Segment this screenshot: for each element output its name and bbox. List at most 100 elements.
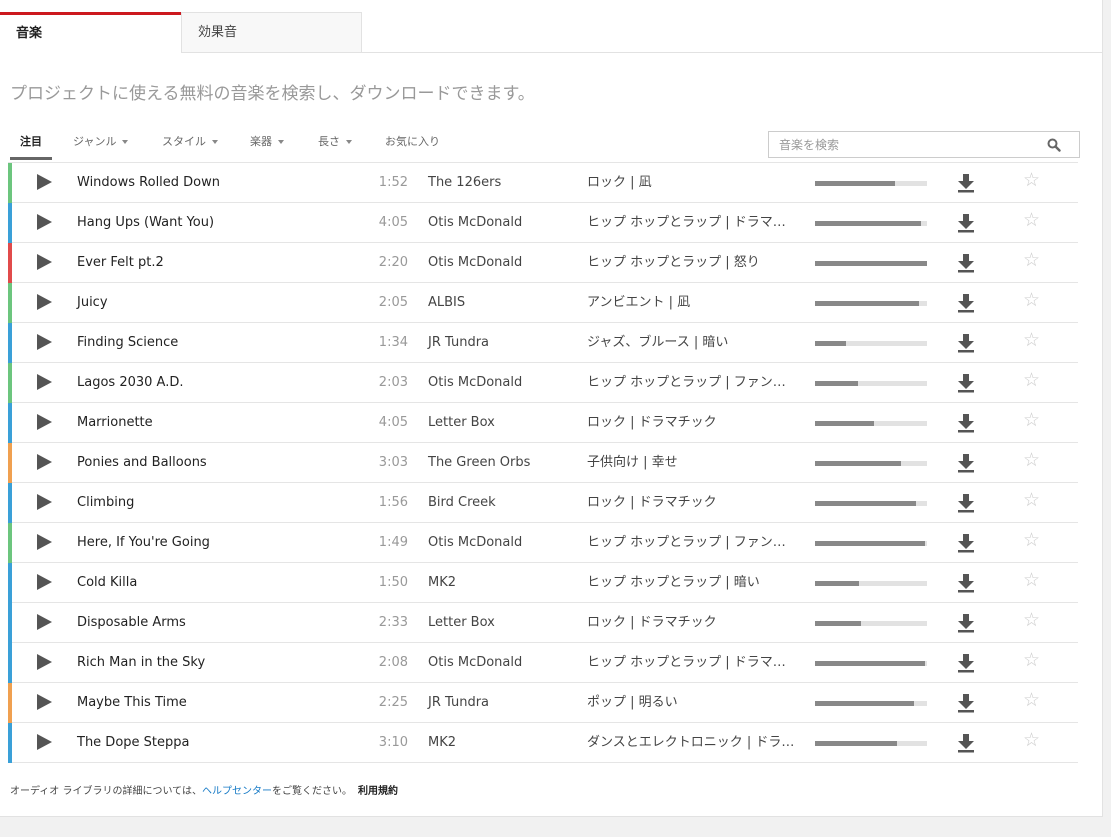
favorite-star-icon[interactable]: ☆ [1023, 290, 1040, 310]
track-artist[interactable]: JR Tundra [428, 323, 489, 362]
play-icon[interactable] [37, 654, 52, 670]
play-icon[interactable] [37, 694, 52, 710]
track-row[interactable]: Cold Killa 1:50 MK2 ヒップ ホップとラップ | 暗い ☆ [8, 563, 1078, 603]
favorite-star-icon[interactable]: ☆ [1023, 610, 1040, 630]
track-row[interactable]: Finding Science 1:34 JR Tundra ジャズ、ブルース | 暗… [8, 323, 1078, 363]
favorite-star-icon[interactable]: ☆ [1023, 210, 1040, 230]
track-row[interactable]: Rich Man in the Sky 2:08 Otis McDonald ヒップ … [8, 643, 1078, 683]
download-icon[interactable] [957, 573, 975, 593]
favorite-star-icon[interactable]: ☆ [1023, 490, 1040, 510]
track-title[interactable]: Finding Science [77, 323, 178, 362]
filter-featured[interactable]: 注目 [10, 130, 52, 160]
favorite-star-icon[interactable]: ☆ [1023, 330, 1040, 350]
favorite-star-icon[interactable]: ☆ [1023, 450, 1040, 470]
help-center-link[interactable]: ヘルプセンター [202, 786, 272, 797]
favorite-star-icon[interactable]: ☆ [1023, 570, 1040, 590]
favorite-star-icon[interactable]: ☆ [1023, 530, 1040, 550]
track-title[interactable]: Here, If You're Going [77, 523, 210, 562]
track-title[interactable]: Windows Rolled Down [77, 163, 220, 202]
play-icon[interactable] [37, 294, 52, 310]
play-icon[interactable] [37, 374, 52, 390]
track-title[interactable]: Hang Ups (Want You) [77, 203, 214, 242]
play-icon[interactable] [37, 734, 52, 750]
play-icon[interactable] [37, 574, 52, 590]
download-icon[interactable] [957, 293, 975, 313]
track-artist[interactable]: The 126ers [428, 163, 501, 202]
download-icon[interactable] [957, 533, 975, 553]
download-icon[interactable] [957, 733, 975, 753]
download-icon[interactable] [957, 213, 975, 233]
track-artist[interactable]: JR Tundra [428, 683, 489, 722]
track-title[interactable]: Climbing [77, 483, 134, 522]
favorite-star-icon[interactable]: ☆ [1023, 170, 1040, 190]
track-title[interactable]: Disposable Arms [77, 603, 186, 642]
track-artist[interactable]: ALBIS [428, 283, 465, 322]
play-icon[interactable] [37, 334, 52, 350]
download-icon[interactable] [957, 493, 975, 513]
track-title[interactable]: Rich Man in the Sky [77, 643, 205, 682]
track-row[interactable]: The Dope Steppa 3:10 MK2 ダンスとエレクトロニック | ドラマ… [8, 723, 1078, 763]
download-icon[interactable] [957, 413, 975, 433]
track-artist[interactable]: The Green Orbs [428, 443, 530, 482]
track-row[interactable]: Ever Felt pt.2 2:20 Otis McDonald ヒップ ホップとラ… [8, 243, 1078, 283]
track-title[interactable]: Cold Killa [77, 563, 137, 602]
play-icon[interactable] [37, 414, 52, 430]
play-icon[interactable] [37, 494, 52, 510]
track-artist[interactable]: Otis McDonald [428, 243, 522, 282]
search-icon[interactable] [1047, 138, 1061, 152]
track-title[interactable]: Ponies and Balloons [77, 443, 207, 482]
track-row[interactable]: Here, If You're Going 1:49 Otis McDonald ヒッ… [8, 523, 1078, 563]
filter-favorites[interactable]: お気に入り [375, 130, 450, 160]
filter-genre[interactable]: ジャンル [63, 130, 138, 160]
track-artist[interactable]: MK2 [428, 723, 456, 762]
track-artist[interactable]: Letter Box [428, 603, 495, 642]
filter-style[interactable]: スタイル [152, 130, 228, 160]
track-artist[interactable]: Otis McDonald [428, 203, 522, 242]
track-row[interactable]: Ponies and Balloons 3:03 The Green Orbs 子供向… [8, 443, 1078, 483]
download-icon[interactable] [957, 613, 975, 633]
favorite-star-icon[interactable]: ☆ [1023, 410, 1040, 430]
play-icon[interactable] [37, 614, 52, 630]
track-title[interactable]: Juicy [77, 283, 108, 322]
download-icon[interactable] [957, 173, 975, 193]
track-artist[interactable]: Otis McDonald [428, 523, 522, 562]
play-icon[interactable] [37, 454, 52, 470]
favorite-star-icon[interactable]: ☆ [1023, 730, 1040, 750]
search-input[interactable] [769, 132, 1049, 157]
track-row[interactable]: Marrionette 4:05 Letter Box ロック | ドラマチック ☆ [8, 403, 1078, 443]
track-artist[interactable]: MK2 [428, 563, 456, 602]
download-icon[interactable] [957, 253, 975, 273]
favorite-star-icon[interactable]: ☆ [1023, 370, 1040, 390]
track-row[interactable]: Maybe This Time 2:25 JR Tundra ポップ | 明るい ☆ [8, 683, 1078, 723]
play-icon[interactable] [37, 254, 52, 270]
download-icon[interactable] [957, 693, 975, 713]
download-icon[interactable] [957, 373, 975, 393]
favorite-star-icon[interactable]: ☆ [1023, 250, 1040, 270]
tab-music[interactable]: 音楽 [0, 12, 181, 53]
track-artist[interactable]: Otis McDonald [428, 643, 522, 682]
favorite-star-icon[interactable]: ☆ [1023, 690, 1040, 710]
track-row[interactable]: Lagos 2030 A.D. 2:03 Otis McDonald ヒップ ホップと… [8, 363, 1078, 403]
terms-link[interactable]: 利用規約 [358, 786, 398, 797]
track-artist[interactable]: Otis McDonald [428, 363, 522, 402]
track-row[interactable]: Climbing 1:56 Bird Creek ロック | ドラマチック ☆ [8, 483, 1078, 523]
download-icon[interactable] [957, 333, 975, 353]
play-icon[interactable] [37, 534, 52, 550]
track-row[interactable]: Disposable Arms 2:33 Letter Box ロック | ドラマチッ… [8, 603, 1078, 643]
track-title[interactable]: Lagos 2030 A.D. [77, 363, 183, 402]
play-icon[interactable] [37, 214, 52, 230]
download-icon[interactable] [957, 653, 975, 673]
track-artist[interactable]: Letter Box [428, 403, 495, 442]
filter-length[interactable]: 長さ [308, 130, 362, 160]
play-icon[interactable] [37, 174, 52, 190]
track-title[interactable]: The Dope Steppa [77, 723, 189, 762]
tab-sound-effects[interactable]: 効果音 [181, 12, 362, 52]
track-title[interactable]: Maybe This Time [77, 683, 187, 722]
filter-instrument[interactable]: 楽器 [240, 130, 294, 160]
track-artist[interactable]: Bird Creek [428, 483, 496, 522]
track-row[interactable]: Juicy 2:05 ALBIS アンビエント | 凪 ☆ [8, 283, 1078, 323]
favorite-star-icon[interactable]: ☆ [1023, 650, 1040, 670]
track-title[interactable]: Marrionette [77, 403, 153, 442]
track-row[interactable]: Windows Rolled Down 1:52 The 126ers ロック | 凪… [8, 163, 1078, 203]
track-title[interactable]: Ever Felt pt.2 [77, 243, 164, 282]
